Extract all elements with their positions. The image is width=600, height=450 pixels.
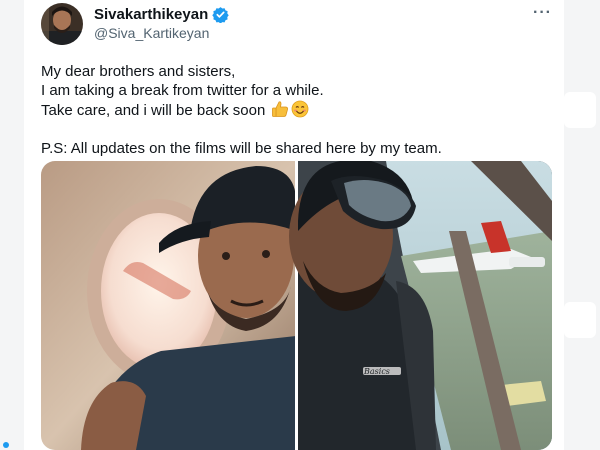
notification-dot [3, 442, 9, 448]
tweet-line: I am taking a break from twitter for a w… [41, 82, 324, 99]
tweet-card[interactable]: Sivakarthikeyan @Siva_Kartikeyan ··· My … [24, 0, 564, 450]
right-gutter [564, 0, 600, 450]
tweet-text: My dear brothers and sisters, I am takin… [41, 62, 546, 158]
more-options-icon[interactable]: ··· [533, 4, 552, 22]
smiling-face-icon [292, 100, 309, 118]
avatar[interactable] [41, 3, 83, 45]
selfie-left-image[interactable] [41, 161, 296, 450]
display-name[interactable]: Sivakarthikeyan [94, 6, 229, 23]
tweet-media[interactable]: Basics [41, 161, 552, 450]
display-name-text[interactable]: Sivakarthikeyan [94, 6, 208, 23]
adjacent-card [564, 302, 596, 338]
tweet-line: My dear brothers and sisters, [41, 63, 236, 80]
thumbs-up-icon [272, 101, 289, 117]
account-handle[interactable]: @Siva_Kartikeyan [94, 25, 209, 41]
tweet-line-with-emoji: Take care, and i will be back soon [41, 100, 546, 120]
adjacent-card [564, 92, 596, 128]
tweet-line: Take care, and i will be back soon [41, 102, 266, 119]
tweet-ps: P.S: All updates on the films will be sh… [41, 140, 442, 157]
verified-badge-icon [212, 7, 229, 23]
selfie-right-image[interactable]: Basics [289, 161, 552, 450]
left-gutter [0, 0, 24, 450]
shirt-logo-text: Basics [363, 367, 390, 376]
